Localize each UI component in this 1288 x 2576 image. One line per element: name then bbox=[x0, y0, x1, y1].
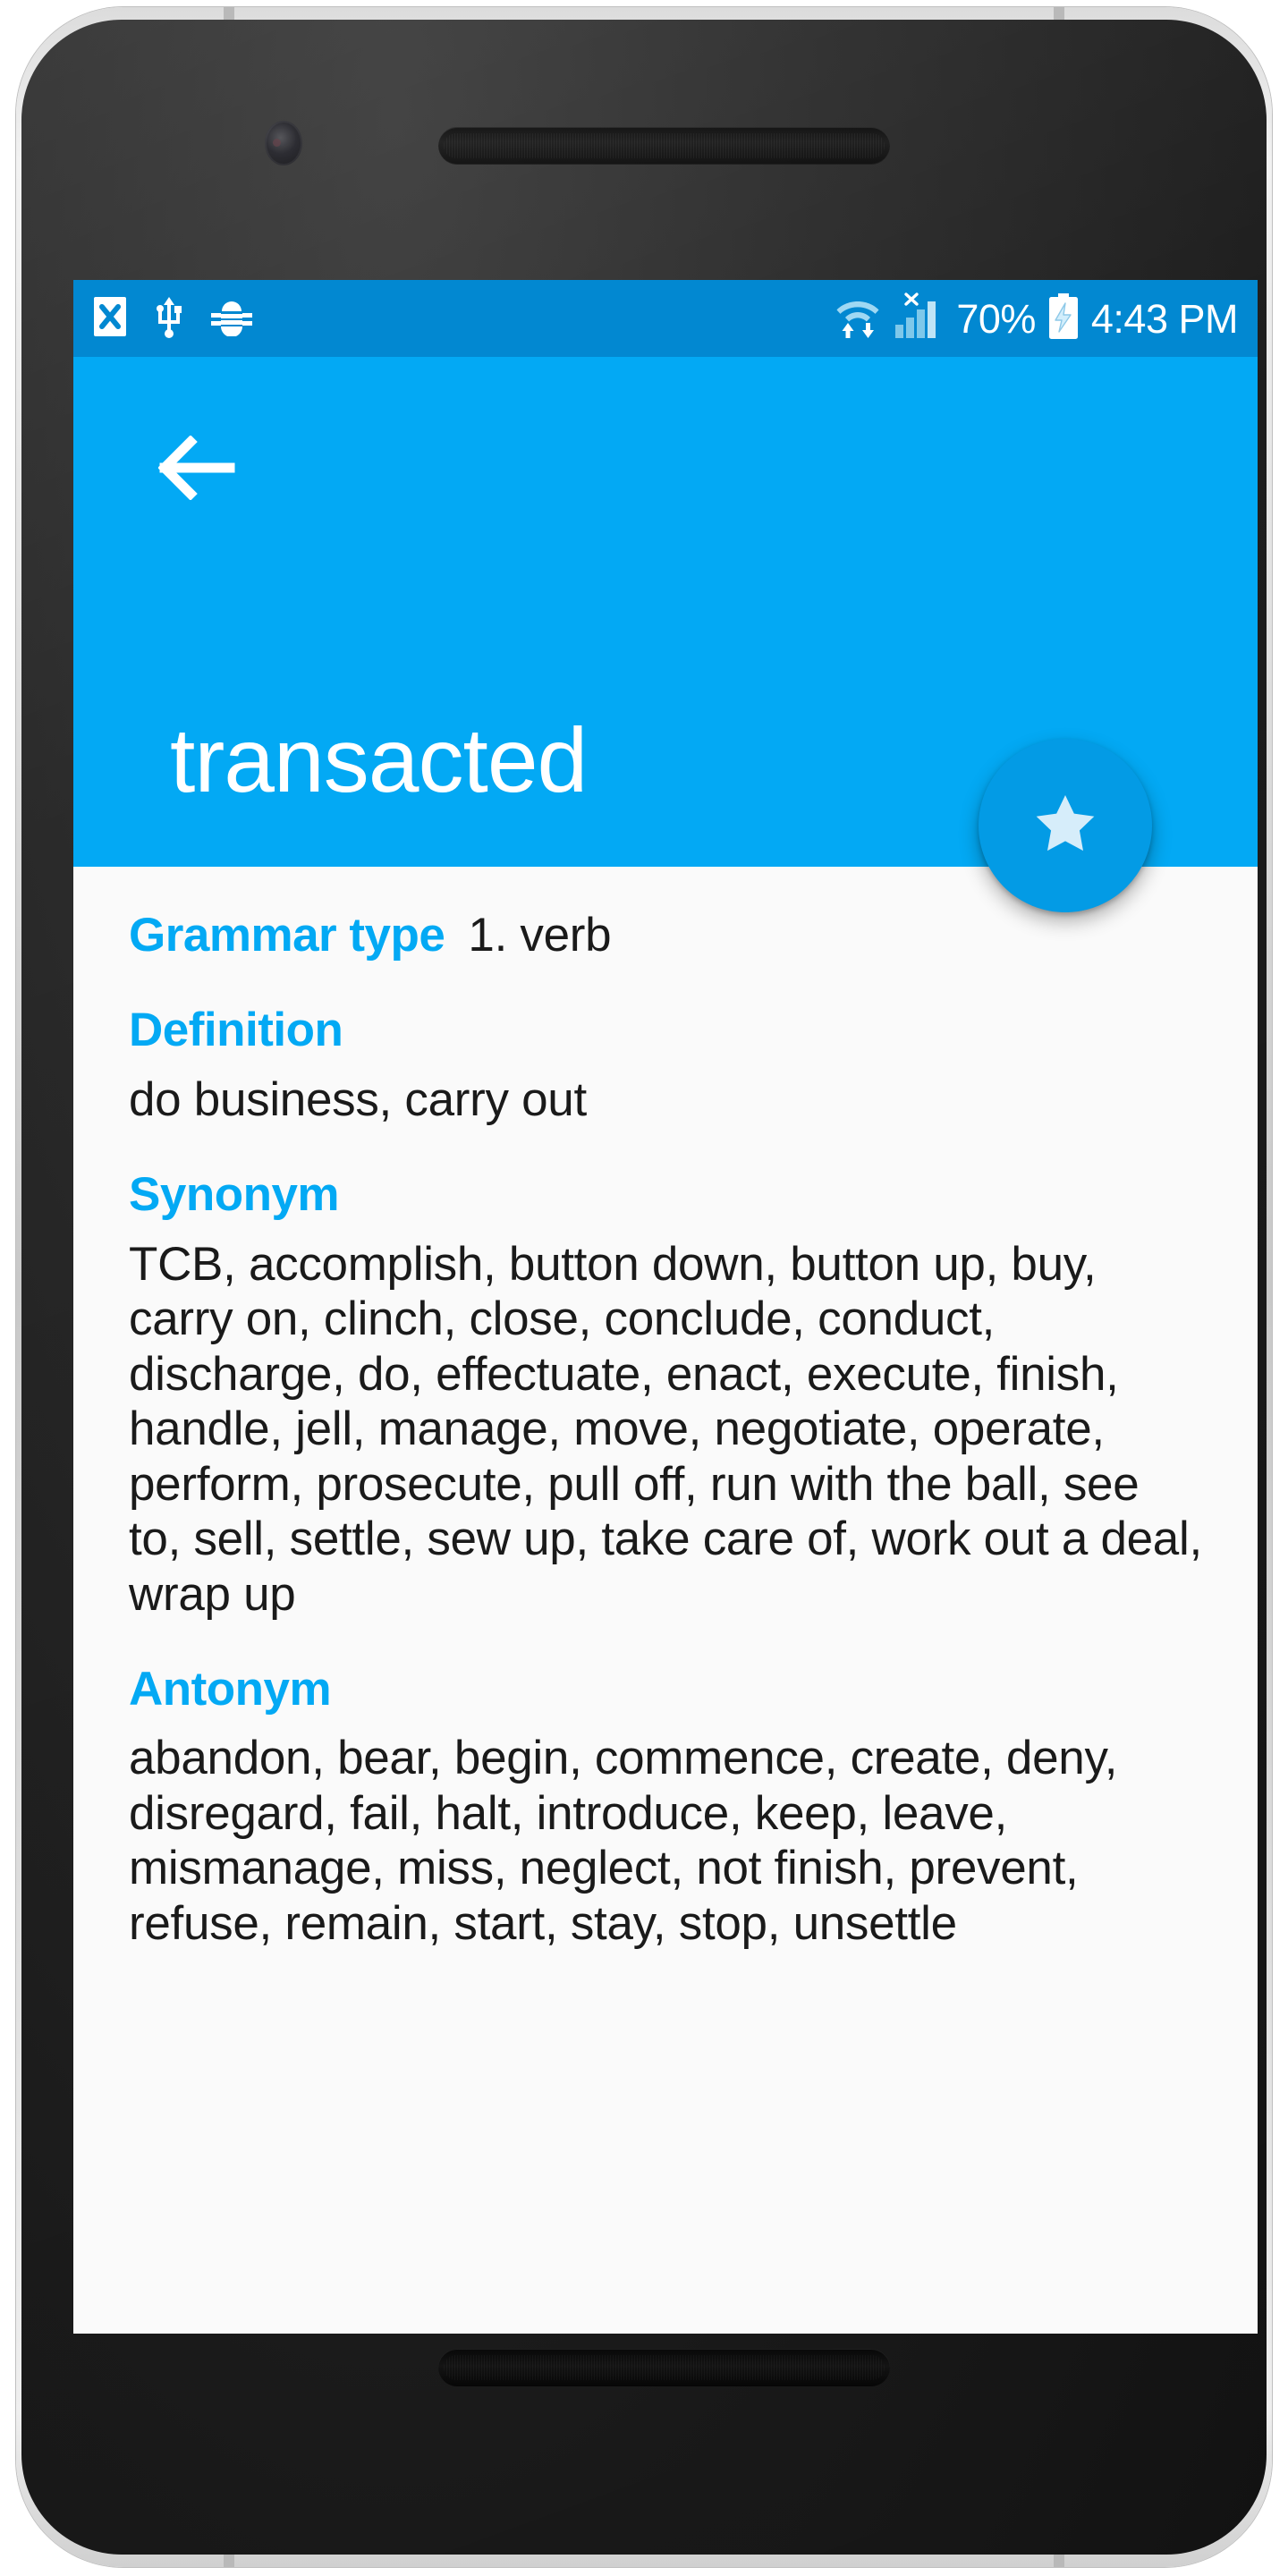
antonym-value: abandon, bear, begin, commence, create, … bbox=[129, 1732, 1118, 1950]
bottom-speaker bbox=[438, 2349, 890, 2386]
status-bar-right-cluster: 70% 4:43 PM bbox=[835, 292, 1239, 345]
synonym-value: TCB, accomplish, button down, button up,… bbox=[129, 1237, 1202, 1621]
usb-icon bbox=[154, 295, 184, 343]
back-button[interactable] bbox=[154, 427, 240, 513]
front-camera-icon bbox=[265, 121, 302, 165]
grammar-type-section: Grammar type 1. verb bbox=[129, 908, 1202, 962]
synonym-section: Synonym TCB, accomplish, button down, bu… bbox=[129, 1168, 1202, 1622]
grammar-type-label: Grammar type bbox=[129, 909, 445, 962]
battery-charging-icon bbox=[1048, 292, 1079, 344]
sim-x-icon bbox=[93, 296, 127, 342]
battery-percent-label: 70% bbox=[956, 295, 1036, 342]
signal-no-service-icon bbox=[894, 292, 944, 345]
android-debug-bug-icon bbox=[211, 297, 252, 341]
status-bar: 70% 4:43 PM bbox=[73, 280, 1258, 357]
status-bar-clock: 4:43 PM bbox=[1090, 295, 1239, 342]
arrow-back-icon bbox=[157, 434, 235, 504]
antonym-label: Antonym bbox=[129, 1663, 332, 1716]
favorite-fab-button[interactable] bbox=[979, 739, 1152, 912]
definition-value: do business, carry out bbox=[129, 1072, 587, 1126]
earpiece-speaker bbox=[438, 127, 890, 165]
definition-section: Definition do business, carry out bbox=[129, 1004, 1202, 1127]
phone-body: 70% 4:43 PM transacted Grammar type 1. v… bbox=[21, 20, 1267, 2555]
definition-label: Definition bbox=[129, 1004, 343, 1057]
word-detail-content: Grammar type 1. verb Definition do busin… bbox=[73, 867, 1258, 1951]
status-bar-left-icons bbox=[93, 295, 252, 343]
star-icon bbox=[1028, 788, 1103, 864]
grammar-type-value: 1. verb bbox=[468, 909, 612, 962]
page-title: transacted bbox=[170, 709, 588, 811]
synonym-label: Synonym bbox=[129, 1168, 340, 1222]
phone-screen: 70% 4:43 PM transacted Grammar type 1. v… bbox=[73, 280, 1258, 2334]
wifi-transfer-icon bbox=[835, 293, 881, 344]
phone-device-frame: 70% 4:43 PM transacted Grammar type 1. v… bbox=[16, 7, 1272, 2567]
antonym-section: Antonym abandon, bear, begin, commence, … bbox=[129, 1663, 1202, 1951]
